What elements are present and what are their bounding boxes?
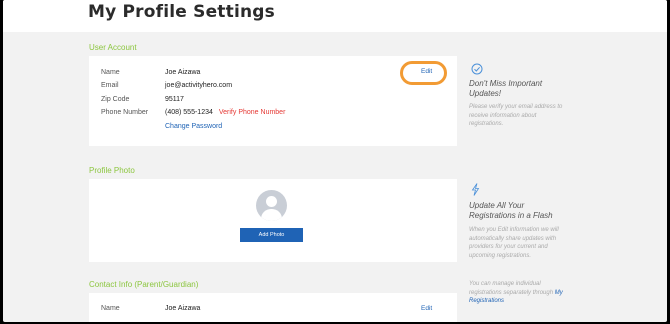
user-account-title: User Account	[89, 43, 137, 52]
zip-label: Zip Code	[101, 96, 130, 103]
contact-info-title: Contact Info (Parent/Guardian)	[89, 280, 199, 289]
page-frame: My Profile Settings User Account Name Jo…	[3, 0, 667, 322]
tip-verify-heading: Don't Miss Important Updates!	[469, 79, 543, 98]
contact-name-label: Name	[101, 305, 120, 312]
phone-value-group: (408) 555-1234 Verify Phone Number	[165, 109, 285, 116]
change-password-link[interactable]: Change Password	[165, 123, 222, 130]
phone-label: Phone Number	[101, 109, 149, 116]
phone-value: (408) 555-1234	[165, 109, 213, 116]
contact-info-edit-button[interactable]: Edit	[421, 305, 432, 312]
contact-info-card: Name Joe Aizawa Edit	[89, 293, 457, 322]
name-value: Joe Aizawa	[165, 69, 201, 76]
verify-phone-link[interactable]: Verify Phone Number	[219, 109, 286, 116]
email-label: Email	[101, 82, 119, 89]
profile-photo-title: Profile Photo	[89, 166, 135, 175]
tip-update-heading: Update All Your Registrations in a Flash	[469, 201, 553, 220]
avatar-placeholder-icon	[256, 190, 287, 221]
check-circle-icon	[471, 63, 483, 75]
page-title: My Profile Settings	[88, 2, 275, 22]
name-label: Name	[101, 69, 120, 76]
zip-value: 95117	[165, 96, 184, 103]
edit-highlight-ring	[400, 61, 447, 85]
add-photo-button[interactable]: Add Photo	[240, 228, 303, 242]
email-value: joe@activityhero.com	[165, 82, 233, 89]
lightning-icon	[471, 183, 480, 196]
tip-manage-text: You can manage individual registrations …	[469, 281, 554, 296]
tip-manage-body: You can manage individual registrations …	[469, 280, 564, 306]
tip-update-body: When you Edit information we will automa…	[469, 227, 559, 259]
header-bar: My Profile Settings	[3, 0, 667, 32]
tip-verify-body: Please verify your email address to rece…	[469, 104, 563, 127]
contact-name-value: Joe Aizawa	[165, 305, 201, 312]
